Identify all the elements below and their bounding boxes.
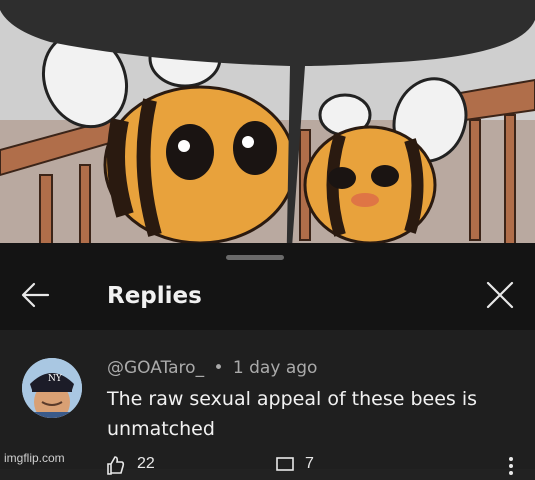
replies-panel: Replies NY @GOATaro_ • 1 day ago The raw… [0,243,535,475]
comment-text-line-1: The raw sexual appeal of these bees is [107,388,478,410]
more-options-button[interactable] [505,455,517,475]
comment-actions: 22 7 [0,455,535,475]
replies-header: Replies [0,243,535,330]
like-count: 22 [137,455,155,472]
comment-meta: @GOATaro_ • 1 day ago [107,358,317,378]
watermark: imgflip.com [4,451,65,465]
comment-author[interactable]: @GOATaro_ [107,358,204,378]
drag-handle[interactable] [226,255,284,260]
avatar[interactable]: NY [22,358,82,418]
comment-icon [276,457,294,471]
close-button[interactable] [482,279,518,313]
arrow-left-icon [21,282,50,308]
meta-separator: • [213,358,224,378]
comment-item: NY @GOATaro_ • 1 day ago The raw sexual … [0,330,535,475]
panel-title: Replies [107,283,202,309]
avatar-image: NY [22,358,82,418]
comment-time: 1 day ago [232,358,318,378]
comment-text: The raw sexual appeal of these bees is u… [107,384,507,444]
back-button[interactable] [18,279,54,311]
comment-text-line-2: unmatched [107,418,215,440]
thumbs-up-icon [107,456,125,475]
reply-count: 7 [305,455,314,472]
close-icon [486,281,514,309]
more-vertical-icon [509,457,513,475]
svg-text:NY: NY [48,374,63,384]
